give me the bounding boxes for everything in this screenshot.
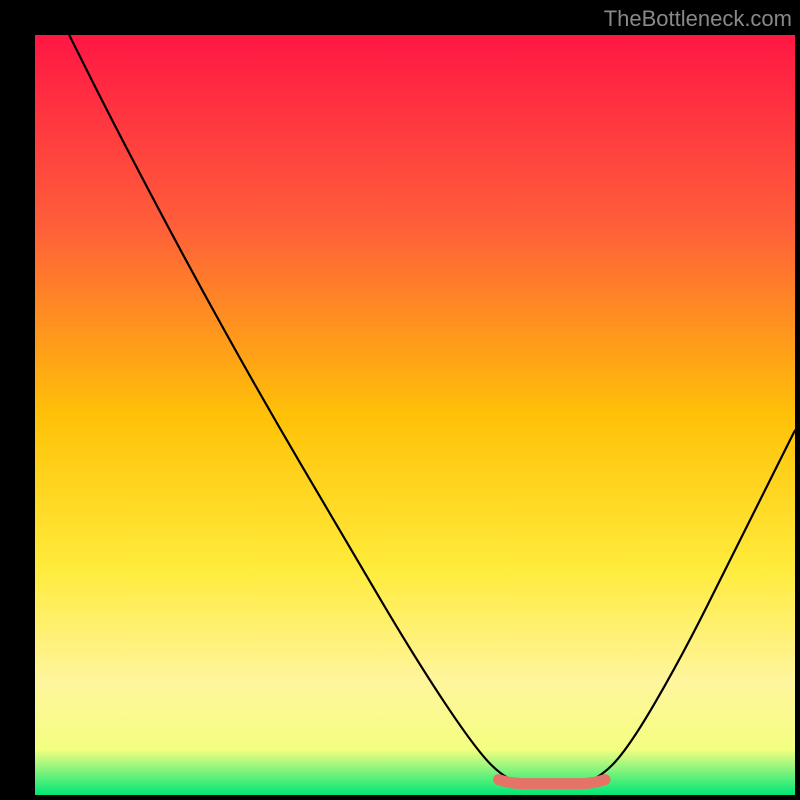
plot-background: [35, 35, 795, 795]
chart-svg: [0, 0, 800, 800]
chart-container: { "watermark": "TheBottleneck.com", "cha…: [0, 0, 800, 800]
watermark-text: TheBottleneck.com: [604, 6, 792, 32]
highlight-segment: [499, 780, 605, 784]
